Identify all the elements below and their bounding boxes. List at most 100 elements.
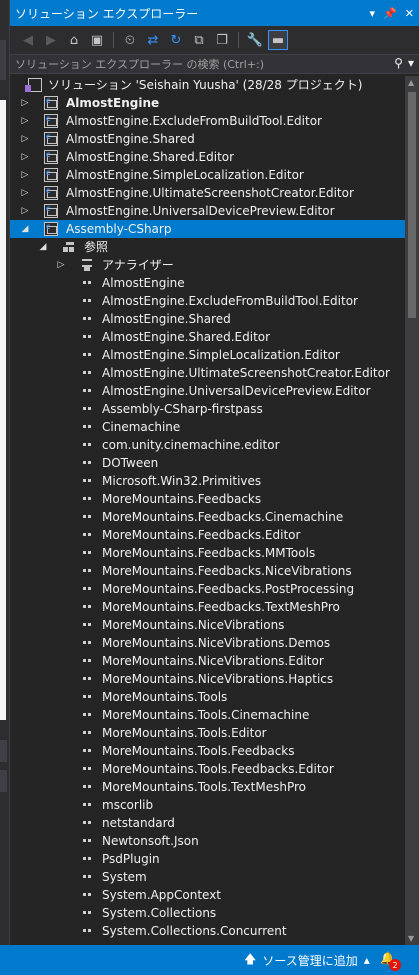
tree-project-node[interactable]: ▷ AlmostEngine.SimpleLocalization.Editor	[10, 166, 406, 184]
reference-label: MoreMountains.NiceVibrations.Haptics	[102, 672, 334, 686]
tree-reference-item[interactable]: Assembly-CSharp-firstpass	[10, 400, 406, 418]
tree-scrollbar[interactable]: ▲ ▼	[405, 76, 419, 945]
reference-label: System.Collections.Concurrent	[102, 924, 287, 938]
tree-reference-item[interactable]: AlmostEngine.UltimateScreenshotCreator.E…	[10, 364, 406, 382]
tree-project-node[interactable]: ▷ AlmostEngine.ExcludeFromBuildTool.Edito…	[10, 112, 406, 130]
tree-solution-node[interactable]: ソリューション 'Seishain Yuusha' (28/28 プロジェクト)	[10, 76, 406, 94]
tree-reference-item[interactable]: Microsoft.Win32.Primitives	[10, 472, 406, 490]
search-icon[interactable]: ⚲	[394, 56, 403, 70]
preview-icon[interactable]: ▬	[268, 30, 288, 50]
pin-icon[interactable]: 📌	[383, 7, 397, 20]
assembly-reference-icon	[80, 564, 94, 578]
tree-reference-item[interactable]: MoreMountains.Feedbacks	[10, 490, 406, 508]
collapsed-chevron-icon[interactable]: ▷	[20, 152, 30, 162]
tree-analyzers-node[interactable]: ▷ アナライザー	[10, 256, 406, 274]
assembly-reference-icon	[80, 420, 94, 434]
collapsed-chevron-icon[interactable]: ▷	[20, 98, 30, 108]
sync-icon[interactable]: ⇄	[143, 30, 163, 50]
tree-reference-item[interactable]: MoreMountains.Tools.TextMeshPro	[10, 778, 406, 796]
tree-reference-item[interactable]: MoreMountains.Feedbacks.Cinemachine	[10, 508, 406, 526]
home-icon[interactable]: ⌂	[64, 30, 84, 50]
collapsed-chevron-icon[interactable]: ▷	[20, 188, 30, 198]
tree-reference-item[interactable]: MoreMountains.NiceVibrations.Editor	[10, 652, 406, 670]
solution-label: ソリューション 'Seishain Yuusha' (28/28 プロジェクト)	[48, 78, 363, 92]
tree-references-node[interactable]: ◢ 参照	[10, 238, 406, 256]
tree-project-node[interactable]: ▷ AlmostEngine.UltimateScreenshotCreator.…	[10, 184, 406, 202]
tree-reference-item[interactable]: System.AppContext	[10, 886, 406, 904]
tree-reference-item[interactable]: AlmostEngine.SimpleLocalization.Editor	[10, 346, 406, 364]
adjacent-panel-tab[interactable]	[0, 770, 7, 792]
solution-explorer-toolbar: ◀ ▶ ⌂ ▣ ⏲ ⇄ ↻ ⧉ ❐ 🔧 ▬	[10, 26, 419, 54]
expanded-chevron-icon[interactable]: ◢	[38, 242, 48, 252]
close-icon[interactable]: ✕	[405, 7, 414, 20]
csharp-project-icon	[44, 222, 58, 236]
analyzer-icon	[80, 258, 94, 272]
tree-reference-item[interactable]: MoreMountains.Feedbacks.TextMeshPro	[10, 598, 406, 616]
dropdown-icon[interactable]: ▾	[370, 7, 376, 20]
assembly-reference-icon	[80, 672, 94, 686]
tree-reference-item[interactable]: AlmostEngine.Shared.Editor	[10, 328, 406, 346]
tree-reference-item[interactable]: MoreMountains.Feedbacks.MMTools	[10, 544, 406, 562]
assembly-reference-icon	[80, 474, 94, 488]
panel-title-bar[interactable]: ソリューション エクスプローラー ▾ 📌 ✕	[10, 0, 419, 26]
tree-reference-item[interactable]: MoreMountains.NiceVibrations.Demos	[10, 634, 406, 652]
scroll-down-icon[interactable]: ▼	[408, 934, 414, 943]
scroll-up-icon[interactable]: ▲	[408, 78, 414, 87]
show-all-files-icon[interactable]: ❐	[212, 30, 232, 50]
collapsed-chevron-icon[interactable]: ▷	[20, 134, 30, 144]
tree-reference-item[interactable]: PsdPlugin	[10, 850, 406, 868]
tree-reference-item[interactable]: System	[10, 868, 406, 886]
search-input[interactable]	[15, 57, 375, 71]
collapse-all-icon[interactable]: ⧉	[189, 30, 209, 50]
history-icon[interactable]: ⏲	[120, 30, 140, 50]
scrollbar-thumb[interactable]	[408, 92, 416, 318]
tree-reference-item[interactable]: MoreMountains.NiceVibrations	[10, 616, 406, 634]
tree-reference-item[interactable]: System.Collections.Concurrent	[10, 922, 406, 940]
tree-project-node[interactable]: ▷ AlmostEngine.UniversalDevicePreview.Edi…	[10, 202, 406, 220]
tree-reference-item[interactable]: MoreMountains.Tools	[10, 688, 406, 706]
assembly-reference-icon	[80, 582, 94, 596]
assembly-reference-icon	[80, 546, 94, 560]
switch-views-icon[interactable]: ▣	[87, 30, 107, 50]
tree-reference-item[interactable]: MoreMountains.Feedbacks.PostProcessing	[10, 580, 406, 598]
tree-reference-item[interactable]: AlmostEngine	[10, 274, 406, 292]
collapsed-chevron-icon[interactable]: ▷	[56, 260, 66, 270]
reference-label: AlmostEngine	[102, 276, 185, 290]
tree-project-node[interactable]: ▷ AlmostEngine.Shared.Editor	[10, 148, 406, 166]
reference-label: MoreMountains.Feedbacks.MMTools	[102, 546, 316, 560]
tree-reference-item[interactable]: MoreMountains.Tools.Cinemachine	[10, 706, 406, 724]
collapsed-chevron-icon[interactable]: ▷	[20, 116, 30, 126]
tree-reference-item[interactable]: mscorlib	[10, 796, 406, 814]
tree-reference-item[interactable]: MoreMountains.Feedbacks.Editor	[10, 526, 406, 544]
tree-project-node[interactable]: ◢ Assembly-CSharp	[10, 220, 406, 238]
tree-reference-item[interactable]: netstandard	[10, 814, 406, 832]
tree-project-node[interactable]: ▷ AlmostEngine	[10, 94, 406, 112]
collapsed-chevron-icon[interactable]: ▷	[20, 206, 30, 216]
tree-reference-item[interactable]: DOTween	[10, 454, 406, 472]
tree-reference-item[interactable]: AlmostEngine.UniversalDevicePreview.Edit…	[10, 382, 406, 400]
tree-reference-item[interactable]: AlmostEngine.Shared	[10, 310, 406, 328]
adjacent-panel-tab[interactable]	[0, 740, 7, 762]
tree-reference-item[interactable]: MoreMountains.Tools.Feedbacks	[10, 742, 406, 760]
collapsed-chevron-icon[interactable]: ▷	[20, 170, 30, 180]
back-icon[interactable]: ◀	[18, 30, 38, 50]
expanded-chevron-icon[interactable]: ◢	[20, 224, 30, 234]
tree-reference-item[interactable]: Newtonsoft.Json	[10, 832, 406, 850]
tree-reference-item[interactable]: AlmostEngine.ExcludeFromBuildTool.Editor	[10, 292, 406, 310]
tree-reference-item[interactable]: System.Collections	[10, 904, 406, 922]
tree-reference-item[interactable]: MoreMountains.NiceVibrations.Haptics	[10, 670, 406, 688]
forward-icon[interactable]: ▶	[41, 30, 61, 50]
properties-icon[interactable]: 🔧	[245, 30, 265, 50]
csharp-project-icon	[44, 204, 58, 218]
refresh-icon[interactable]: ↻	[166, 30, 186, 50]
tree-reference-item[interactable]: MoreMountains.Tools.Feedbacks.Editor	[10, 760, 406, 778]
source-control-button[interactable]: 🡅 ソース管理に追加 ▴	[244, 945, 370, 975]
tree-reference-item[interactable]: MoreMountains.Tools.Editor	[10, 724, 406, 742]
reference-label: netstandard	[102, 816, 175, 830]
search-options-icon[interactable]: ▾	[408, 56, 414, 70]
tree-reference-item[interactable]: Cinemachine	[10, 418, 406, 436]
tree-project-node[interactable]: ▷ AlmostEngine.Shared	[10, 130, 406, 148]
tree-reference-item[interactable]: MoreMountains.Feedbacks.NiceVibrations	[10, 562, 406, 580]
toolbar-separator	[113, 32, 114, 48]
tree-reference-item[interactable]: com.unity.cinemachine.editor	[10, 436, 406, 454]
